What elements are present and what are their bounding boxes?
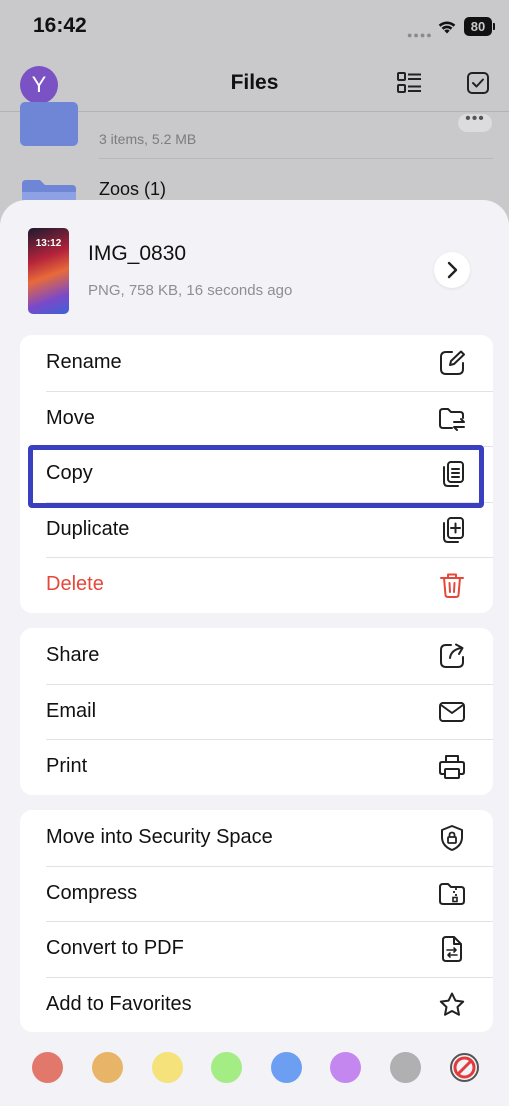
tag-orange[interactable] <box>92 1052 123 1083</box>
folder-details: 3 items, 5.2 MB <box>99 131 197 147</box>
file-details: PNG, 758 KB, 16 seconds ago <box>88 282 293 299</box>
list-view-icon[interactable] <box>396 70 422 96</box>
menu-item-duplicate[interactable]: Duplicate <box>20 501 493 558</box>
chevron-right-icon <box>447 261 458 279</box>
file-thumbnail: 13:12 <box>28 228 69 314</box>
menu-item-label: Convert to PDF <box>46 937 184 959</box>
tag-green[interactable] <box>211 1052 242 1083</box>
no-tag-icon[interactable] <box>449 1052 480 1083</box>
tag-blue[interactable] <box>271 1052 302 1083</box>
shield-lock-icon <box>441 825 463 851</box>
duplicate-icon <box>443 516 464 543</box>
menu-item-label: Duplicate <box>46 517 130 540</box>
menu-item-move[interactable]: Move <box>20 390 493 447</box>
folder-name: Zoos (1) <box>99 179 167 199</box>
select-checkbox-icon[interactable] <box>465 70 491 96</box>
menu-item-delete[interactable]: Delete <box>20 557 493 613</box>
status-time: 16:42 <box>33 14 87 37</box>
menu-item-copy[interactable]: Copy <box>20 446 493 502</box>
menu-item-compress[interactable]: Compress <box>20 865 493 922</box>
menu-item-label: Rename <box>46 351 122 373</box>
share-actions-group: Share Email Print <box>20 628 493 795</box>
tag-purple[interactable] <box>330 1052 361 1083</box>
edit-icon <box>440 350 465 375</box>
status-bar: 16:42 ●●●● 80 <box>0 0 509 56</box>
menu-item-label: Email <box>46 699 97 722</box>
menu-item-email[interactable]: Email <box>20 683 493 740</box>
list-item[interactable]: 3 items, 5.2 MB ••• <box>0 102 509 172</box>
zip-folder-icon <box>439 882 465 905</box>
tag-yellow[interactable] <box>152 1052 183 1083</box>
star-icon <box>439 992 465 1016</box>
file-action-sheet: 13:12 IMG_0830 PNG, 758 KB, 16 seconds a… <box>0 200 509 1106</box>
menu-item-label: Print <box>46 755 88 777</box>
copy-icon <box>443 461 464 487</box>
thumbnail-time: 13:12 <box>35 238 62 249</box>
file-name: IMG_0830 <box>88 242 187 265</box>
printer-icon <box>439 755 465 779</box>
folder-icon <box>20 102 78 146</box>
more-actions-group: Move into Security Space Compress Conver… <box>20 810 493 1032</box>
menu-item-label: Move <box>46 406 95 429</box>
menu-item-security-space[interactable]: Move into Security Space <box>20 810 493 866</box>
trash-icon <box>440 573 464 598</box>
more-options-button[interactable]: ••• <box>458 111 492 132</box>
menu-item-label: Share <box>46 644 100 666</box>
menu-item-share[interactable]: Share <box>20 628 493 684</box>
move-folder-icon <box>439 407 465 431</box>
tag-gray[interactable] <box>390 1052 421 1083</box>
menu-item-label: Compress <box>46 881 138 904</box>
page-title: Files <box>230 71 279 94</box>
share-icon <box>440 643 464 668</box>
pdf-convert-icon <box>442 936 462 962</box>
menu-item-label: Move into Security Space <box>46 826 273 848</box>
menu-item-label: Add to Favorites <box>46 992 192 1015</box>
mail-icon <box>439 701 465 722</box>
file-info-button[interactable] <box>434 252 470 288</box>
wifi-icon <box>438 21 456 34</box>
row-divider <box>99 158 493 159</box>
menu-item-add-favorites[interactable]: Add to Favorites <box>20 976 493 1033</box>
file-header: 13:12 IMG_0830 PNG, 758 KB, 16 seconds a… <box>0 200 509 326</box>
edit-actions-group: Rename Move Copy Duplicate Delete <box>20 335 493 613</box>
cellular-signal-icon: ●●●● <box>407 30 433 40</box>
menu-item-print[interactable]: Print <box>20 739 493 795</box>
color-tags-row <box>0 1036 509 1096</box>
menu-item-convert-pdf[interactable]: Convert to PDF <box>20 921 493 977</box>
menu-item-label: Delete <box>46 573 104 595</box>
tag-red[interactable] <box>32 1052 63 1083</box>
battery-indicator: 80 <box>464 17 495 36</box>
menu-item-label: Copy <box>46 462 93 484</box>
menu-item-rename[interactable]: Rename <box>20 335 493 391</box>
